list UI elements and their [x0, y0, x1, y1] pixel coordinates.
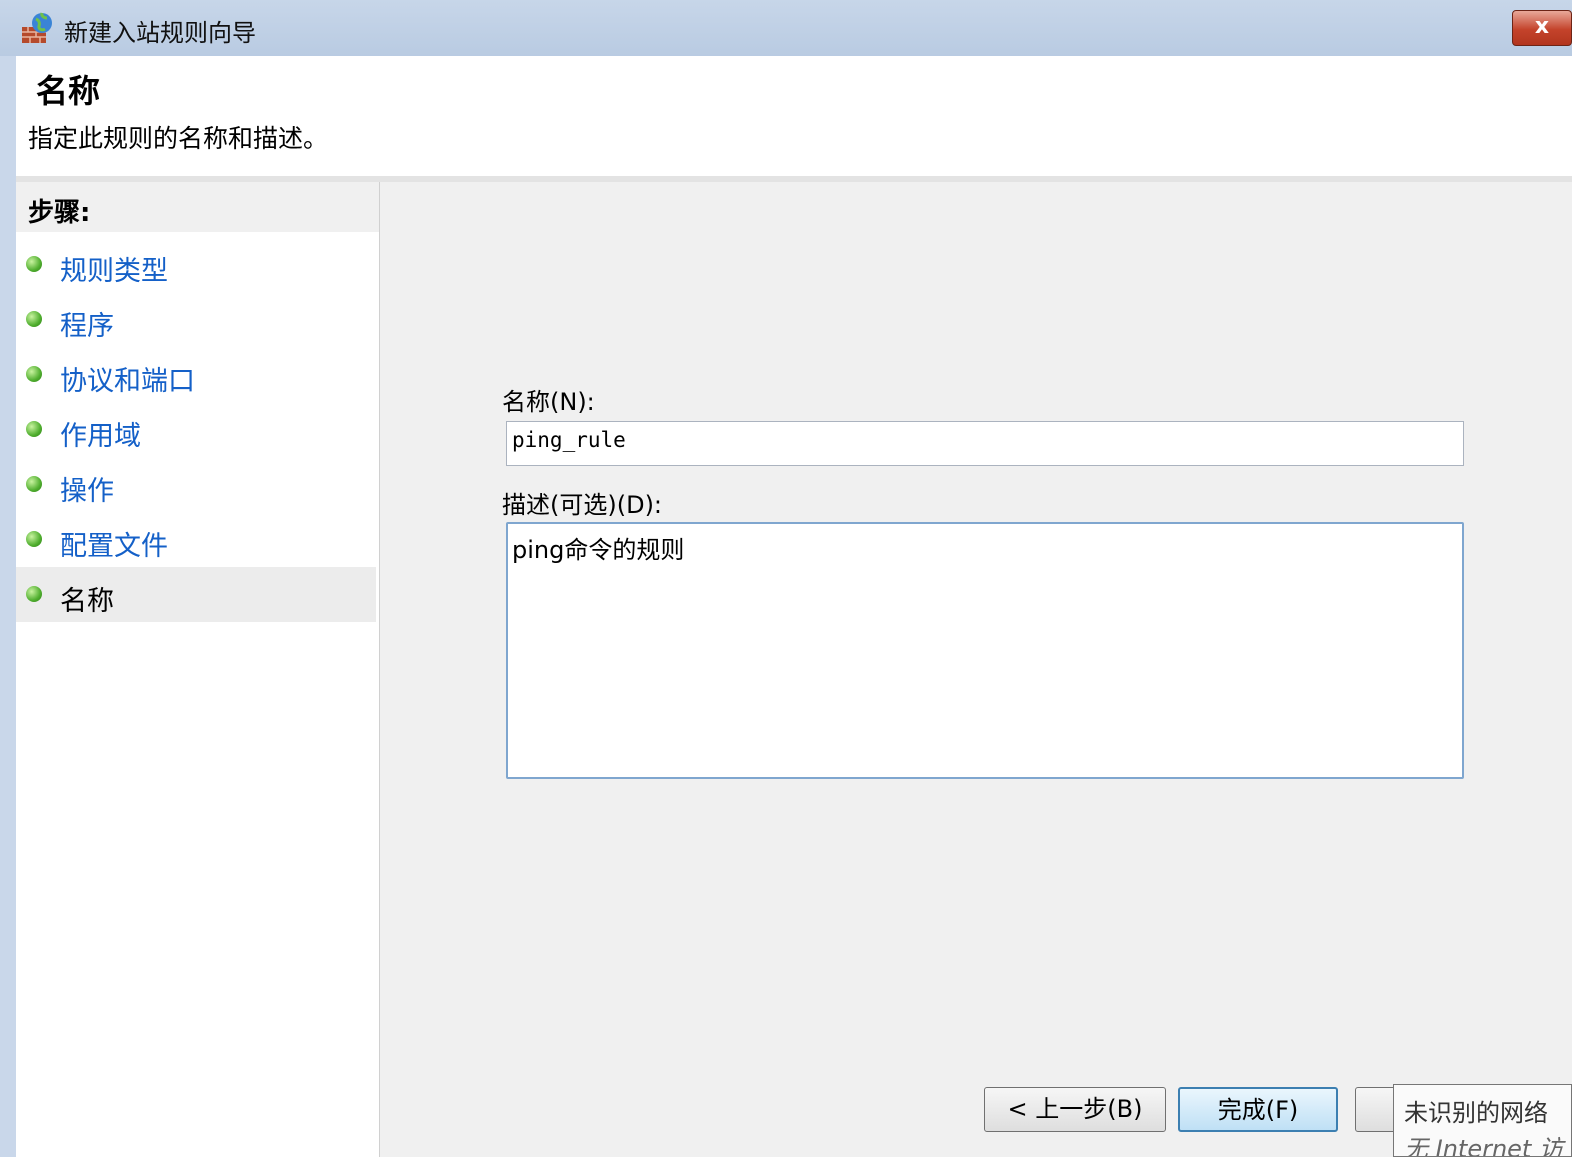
step-name: 名称 — [16, 567, 376, 622]
steps-heading-label: 步骤: — [28, 198, 91, 228]
tooltip-title: 未识别的网络 — [1404, 1099, 1548, 1127]
network-tooltip: 未识别的网络 无 Internet 访 — [1393, 1084, 1572, 1157]
page-title: 名称 — [36, 72, 101, 110]
step-label: 名称 — [60, 586, 114, 617]
page-subtitle: 指定此规则的名称和描述。 — [28, 124, 329, 153]
back-button[interactable]: < 上一步(B) — [984, 1087, 1166, 1132]
step-label: 协议和端口 — [60, 366, 195, 397]
step-label: 作用域 — [60, 421, 141, 452]
page-header: 名称 指定此规则的名称和描述。 — [16, 56, 1572, 176]
step-bullet-icon — [26, 421, 42, 437]
step-scope[interactable]: 作用域 — [16, 402, 376, 457]
title-bar: 新建入站规则向导 x — [0, 0, 1572, 56]
firewall-icon — [22, 12, 52, 43]
step-rule-type[interactable]: 规则类型 — [16, 237, 376, 292]
step-bullet-icon — [26, 531, 42, 547]
close-icon: x — [1534, 14, 1550, 39]
step-protocol-ports[interactable]: 协议和端口 — [16, 347, 376, 402]
tooltip-status: 无 Internet 访 — [1404, 1135, 1563, 1157]
step-label: 配置文件 — [60, 531, 168, 562]
name-field[interactable]: ping_rule — [506, 421, 1464, 466]
step-label: 程序 — [60, 311, 114, 342]
steps-panel: 步骤: 规则类型 程序 协议和端口 作用域 操作 配置文件 名称 — [16, 182, 380, 1157]
step-bullet-icon — [26, 256, 42, 272]
window-frame — [0, 56, 16, 1157]
description-label: 描述(可选)(D): — [502, 491, 663, 519]
name-label: 名称(N): — [502, 388, 595, 416]
step-program[interactable]: 程序 — [16, 292, 376, 347]
step-action[interactable]: 操作 — [16, 457, 376, 512]
close-button[interactable]: x — [1512, 10, 1572, 46]
step-label: 规则类型 — [60, 256, 168, 287]
step-bullet-icon — [26, 586, 42, 602]
window-title: 新建入站规则向导 — [64, 19, 256, 47]
step-bullet-icon — [26, 476, 42, 492]
finish-button[interactable]: 完成(F) — [1178, 1087, 1338, 1132]
steps-heading: 步骤: — [16, 182, 379, 232]
step-profile[interactable]: 配置文件 — [16, 512, 376, 567]
step-bullet-icon — [26, 311, 42, 327]
description-field[interactable]: ping命令的规则 — [506, 522, 1464, 779]
step-label: 操作 — [60, 476, 114, 507]
content-area: 名称(N): ping_rule 描述(可选)(D): ping命令的规则 < … — [380, 182, 1572, 1157]
step-bullet-icon — [26, 366, 42, 382]
